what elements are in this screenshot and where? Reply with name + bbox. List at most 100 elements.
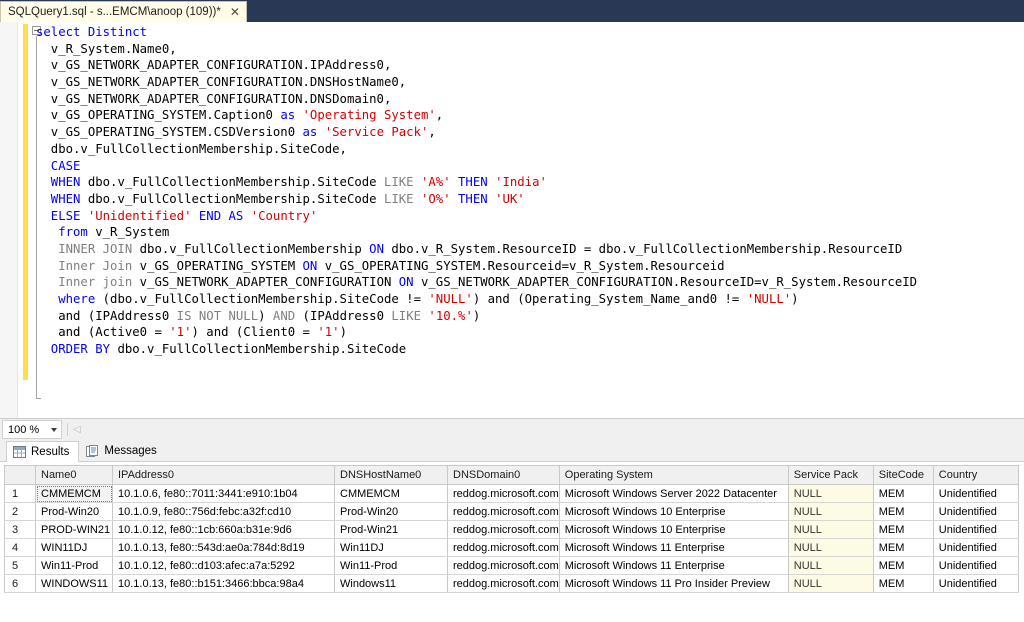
tab-results[interactable]: Results — [6, 441, 80, 462]
cell-dnshost[interactable]: Win11DJ — [334, 538, 448, 557]
code-line: and (IPAddress0 IS NOT NULL) AND (IPAddr… — [36, 308, 481, 323]
cell-service-pack[interactable]: NULL — [788, 520, 874, 539]
row-number-cell[interactable]: 1 — [4, 484, 36, 503]
cell-sitecode[interactable]: MEM — [873, 556, 934, 575]
cell-dnshost[interactable]: Win11-Prod — [334, 556, 448, 575]
table-row[interactable]: 5 Win11-Prod 10.1.0.12, fe80::d103:afec:a7… — [4, 556, 1019, 575]
tab-messages[interactable]: Messages — [79, 440, 166, 461]
table-row[interactable]: 3 PROD-WIN21 10.1.0.12, fe80::1cb:660a:b31… — [4, 520, 1019, 539]
editor-indicator-margin — [0, 22, 18, 418]
code-line: dbo.v_FullCollectionMembership.SiteCode, — [36, 141, 347, 156]
cell-name0[interactable]: Prod-Win20 — [35, 502, 113, 521]
cell-dnshost[interactable]: Prod-Win20 — [334, 502, 448, 521]
document-tab-strip: SQLQuery1.sql - s...EMCM\anoop (109))* ✕ — [0, 0, 1024, 22]
cell-name0[interactable]: Win11-Prod — [35, 556, 113, 575]
cell-ip[interactable]: 10.1.0.6, fe80::7011:3441:e910:1b04 — [112, 484, 335, 503]
results-grid-container[interactable]: Name0 IPAddress0 DNSHostName0 DNSDomain0 Ope… — [0, 462, 1024, 622]
row-number-cell[interactable]: 4 — [4, 538, 36, 557]
cell-os[interactable]: Microsoft Windows 11 Enterprise — [559, 538, 789, 557]
column-header-name0[interactable]: Name0 — [35, 465, 113, 485]
tab-results-label: Results — [31, 446, 70, 458]
row-number-cell[interactable]: 6 — [4, 574, 36, 593]
code-line: Inner Join v_GS_OPERATING_SYSTEM ON v_GS… — [36, 258, 725, 273]
zoom-level-combobox[interactable]: 100 % — [2, 420, 62, 439]
results-grid-body: 1 CMMEMCM 10.1.0.6, fe80::7011:3441:e910:1… — [4, 484, 1019, 593]
cell-dnshost[interactable]: CMMEMCM — [334, 484, 448, 503]
zoom-level-value: 100 % — [8, 423, 40, 436]
cell-ip[interactable]: 10.1.0.12, fe80::d103:afec:a7a:5292 — [112, 556, 335, 575]
column-header-dnsdomain0[interactable]: DNSDomain0 — [447, 465, 560, 485]
code-line: v_GS_NETWORK_ADAPTER_CONFIGURATION.IPAdd… — [36, 58, 392, 73]
code-line: CASE — [36, 158, 81, 173]
cell-dnsdomain[interactable]: reddog.microsoft.com — [447, 520, 560, 539]
code-line: v_GS_NETWORK_ADAPTER_CONFIGURATION.DNSHo… — [36, 75, 407, 90]
column-header-dnshostname0[interactable]: DNSHostName0 — [334, 465, 448, 485]
cell-dnshost[interactable]: Windows11 — [334, 574, 448, 593]
code-line: v_GS_OPERATING_SYSTEM.Caption0 as 'Opera… — [36, 108, 444, 123]
cell-country[interactable]: Unidentified — [933, 538, 1019, 557]
column-header-ipaddress0[interactable]: IPAddress0 — [112, 465, 335, 485]
cell-service-pack[interactable]: NULL — [788, 484, 874, 503]
sql-editor[interactable]: select Distinct v_R_System.Name0, v_GS_N… — [0, 22, 1024, 418]
cell-dnsdomain[interactable]: reddog.microsoft.com — [447, 484, 560, 503]
results-grid[interactable]: Name0 IPAddress0 DNSHostName0 DNSDomain0 Ope… — [4, 465, 1019, 593]
cell-ip[interactable]: 10.1.0.9, fe80::756d:febc:a32f:cd10 — [112, 502, 335, 521]
cell-os[interactable]: Microsoft Windows 10 Enterprise — [559, 502, 789, 521]
row-number-cell[interactable]: 2 — [4, 502, 36, 521]
column-header-rownum[interactable] — [4, 465, 36, 485]
cell-os[interactable]: Microsoft Windows Server 2022 Datacenter — [559, 484, 789, 503]
document-tab-label: SQLQuery1.sql - s...EMCM\anoop (109))* — [8, 6, 221, 18]
cell-ip[interactable]: 10.1.0.13, fe80::543d:ae0a:784d:8d19 — [112, 538, 335, 557]
code-line: select Distinct — [36, 25, 148, 39]
row-number-cell[interactable]: 3 — [4, 520, 36, 539]
cell-name0[interactable]: WIN11DJ — [35, 538, 113, 557]
cell-dnshost[interactable]: Prod-Win21 — [334, 520, 448, 539]
column-header-country[interactable]: Country — [933, 465, 1019, 485]
cell-dnsdomain[interactable]: reddog.microsoft.com — [447, 556, 560, 575]
code-line: ORDER BY dbo.v_FullCollectionMembership.… — [36, 342, 407, 357]
cell-ip[interactable]: 10.1.0.12, fe80::1cb:660a:b31e:9d6 — [112, 520, 335, 539]
table-row[interactable]: 4 WIN11DJ 10.1.0.13, fe80::543d:ae0a:784d:… — [4, 538, 1019, 557]
document-tab-sqlquery1[interactable]: SQLQuery1.sql - s...EMCM\anoop (109))* ✕ — [0, 1, 247, 22]
cell-sitecode[interactable]: MEM — [873, 484, 934, 503]
cell-service-pack[interactable]: NULL — [788, 574, 874, 593]
column-header-operating-system[interactable]: Operating System — [559, 465, 789, 485]
cell-country[interactable]: Unidentified — [933, 484, 1019, 503]
cell-country[interactable]: Unidentified — [933, 520, 1019, 539]
cell-name0[interactable]: CMMEMCM — [35, 484, 113, 503]
cell-service-pack[interactable]: NULL — [788, 502, 874, 521]
column-header-service-pack[interactable]: Service Pack — [788, 465, 874, 485]
cell-sitecode[interactable]: MEM — [873, 538, 934, 557]
cell-dnsdomain[interactable]: reddog.microsoft.com — [447, 502, 560, 521]
cell-dnsdomain[interactable]: reddog.microsoft.com — [447, 538, 560, 557]
cell-ip[interactable]: 10.1.0.13, fe80::b151:3466:bbca:98a4 — [112, 574, 335, 593]
cell-service-pack[interactable]: NULL — [788, 538, 874, 557]
table-row[interactable]: 2 Prod-Win20 10.1.0.9, fe80::756d:febc:a32… — [4, 502, 1019, 521]
code-line: Inner join v_GS_NETWORK_ADAPTER_CONFIGUR… — [36, 275, 918, 290]
cell-sitecode[interactable]: MEM — [873, 502, 934, 521]
cell-name0[interactable]: WINDOWS11 — [35, 574, 113, 593]
cell-os[interactable]: Microsoft Windows 11 Enterprise — [559, 556, 789, 575]
row-number-cell[interactable]: 5 — [4, 556, 36, 575]
status-bar-divider — [67, 423, 68, 436]
sql-query-text[interactable]: select Distinct v_R_System.Name0, v_GS_N… — [36, 24, 1024, 358]
scroll-left-icon[interactable]: ◁ — [73, 424, 81, 435]
cell-sitecode[interactable]: MEM — [873, 520, 934, 539]
cell-country[interactable]: Unidentified — [933, 502, 1019, 521]
cell-country[interactable]: Unidentified — [933, 574, 1019, 593]
column-header-sitecode[interactable]: SiteCode — [873, 465, 934, 485]
cell-country[interactable]: Unidentified — [933, 556, 1019, 575]
table-row[interactable]: 6 WINDOWS11 10.1.0.13, fe80::b151:3466:bbc… — [4, 574, 1019, 593]
cell-sitecode[interactable]: MEM — [873, 574, 934, 593]
table-row[interactable]: 1 CMMEMCM 10.1.0.6, fe80::7011:3441:e910:1… — [4, 484, 1019, 503]
code-line: v_GS_NETWORK_ADAPTER_CONFIGURATION.DNSDo… — [36, 91, 392, 106]
code-line: INNER JOIN dbo.v_FullCollectionMembershi… — [36, 241, 903, 256]
cell-os[interactable]: Microsoft Windows 10 Enterprise — [559, 520, 789, 539]
cell-name0[interactable]: PROD-WIN21 — [35, 520, 113, 539]
cell-os[interactable]: Microsoft Windows 11 Pro Insider Preview — [559, 574, 789, 593]
cell-service-pack[interactable]: NULL — [788, 556, 874, 575]
close-icon[interactable]: ✕ — [230, 6, 240, 18]
results-pane-tabs: Results Messages — [0, 440, 1024, 462]
cell-dnsdomain[interactable]: reddog.microsoft.com — [447, 574, 560, 593]
code-line: where (dbo.v_FullCollectionMembership.Si… — [36, 292, 799, 306]
